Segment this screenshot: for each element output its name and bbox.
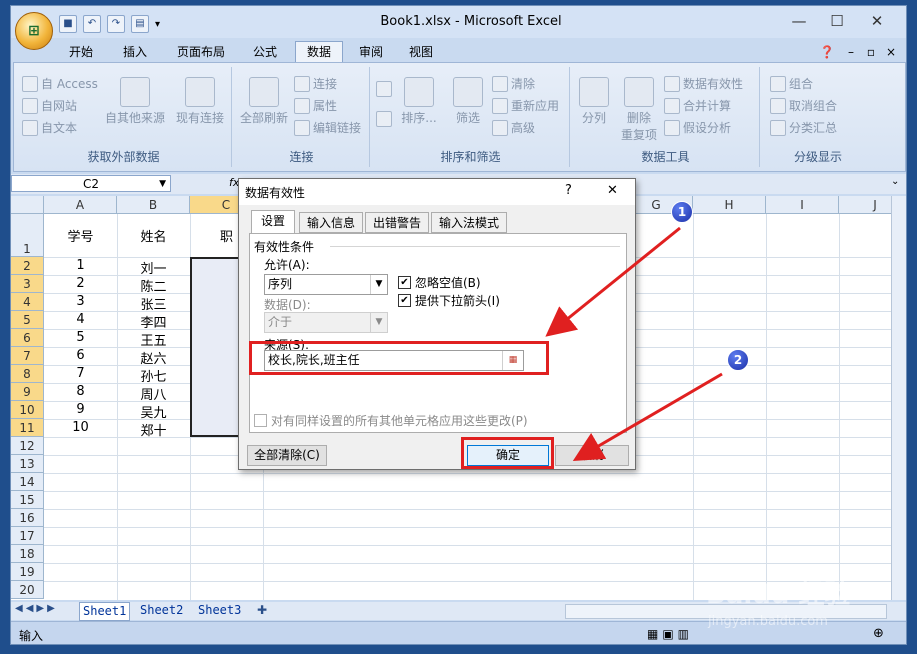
arrow-to-ok [572,372,723,462]
office-logo-icon: ⊞ [28,23,40,39]
annotation-arrows [545,226,723,462]
step-badge-2: 2 [727,349,749,371]
step-badge-1: 1 [671,201,693,223]
arrow-to-source [545,226,681,337]
office-button[interactable]: ⊞ [15,12,53,50]
